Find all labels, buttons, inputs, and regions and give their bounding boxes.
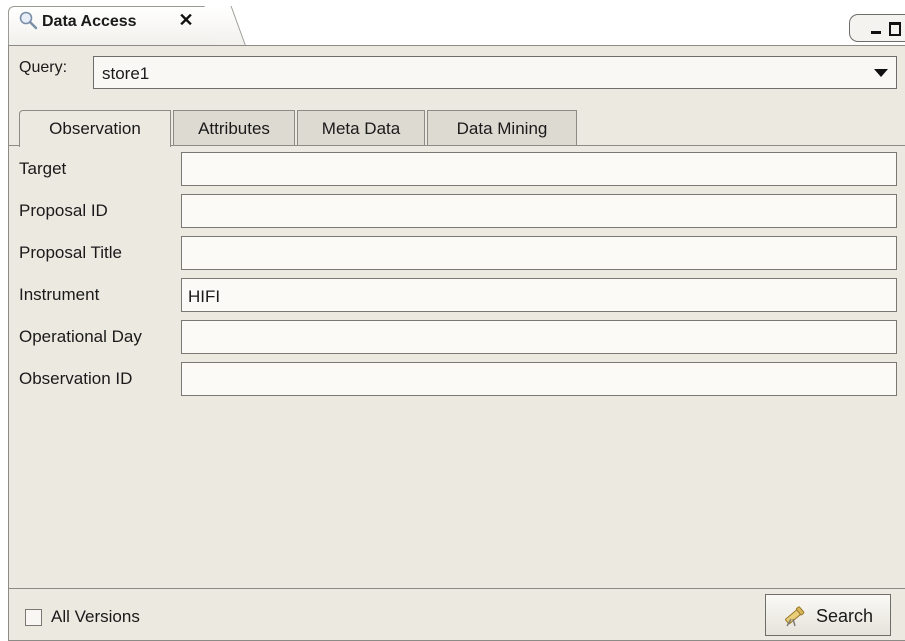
- observation-id-label: Observation ID: [19, 369, 133, 388]
- tab-attributes[interactable]: Attributes: [173, 110, 295, 146]
- minimize-icon[interactable]: [868, 20, 884, 36]
- query-select[interactable]: store1: [93, 56, 897, 89]
- maximize-icon[interactable]: [888, 20, 904, 36]
- close-icon[interactable]: ✕: [176, 10, 196, 30]
- search-button[interactable]: Search: [765, 594, 891, 636]
- tab-meta-data[interactable]: Meta Data: [297, 110, 425, 146]
- instrument-label: Instrument: [19, 285, 100, 304]
- proposal-title-field[interactable]: [181, 236, 897, 270]
- target-field[interactable]: [181, 152, 897, 186]
- data-access-panel: Query: store1 Observation Attributes Met…: [8, 45, 905, 641]
- footer-divider: [9, 588, 905, 589]
- proposal-id-field[interactable]: [181, 194, 897, 228]
- dropdown-arrow-icon[interactable]: [874, 69, 888, 77]
- proposal-title-label: Proposal Title: [19, 243, 122, 262]
- query-selected-value: store1: [102, 64, 150, 83]
- target-label: Target: [19, 159, 67, 178]
- instrument-field[interactable]: HIFI: [181, 278, 897, 312]
- all-versions-checkbox[interactable]: [25, 609, 42, 626]
- tab-data-mining[interactable]: Data Mining: [427, 110, 577, 146]
- view-tab-title: Data Access: [42, 13, 137, 30]
- operational-day-label: Operational Day: [19, 327, 142, 346]
- operational-day-field[interactable]: [181, 320, 897, 354]
- all-versions-label: All Versions: [51, 607, 140, 626]
- query-label: Query:: [19, 59, 68, 76]
- magnifier-icon: [18, 10, 38, 30]
- tab-observation[interactable]: Observation: [19, 110, 171, 147]
- search-button-label: Search: [816, 606, 874, 626]
- telescope-icon: [782, 605, 806, 627]
- proposal-id-label: Proposal ID: [19, 201, 108, 220]
- observation-id-field[interactable]: [181, 362, 897, 396]
- view-tab-strip: Data Access ✕: [0, 0, 905, 46]
